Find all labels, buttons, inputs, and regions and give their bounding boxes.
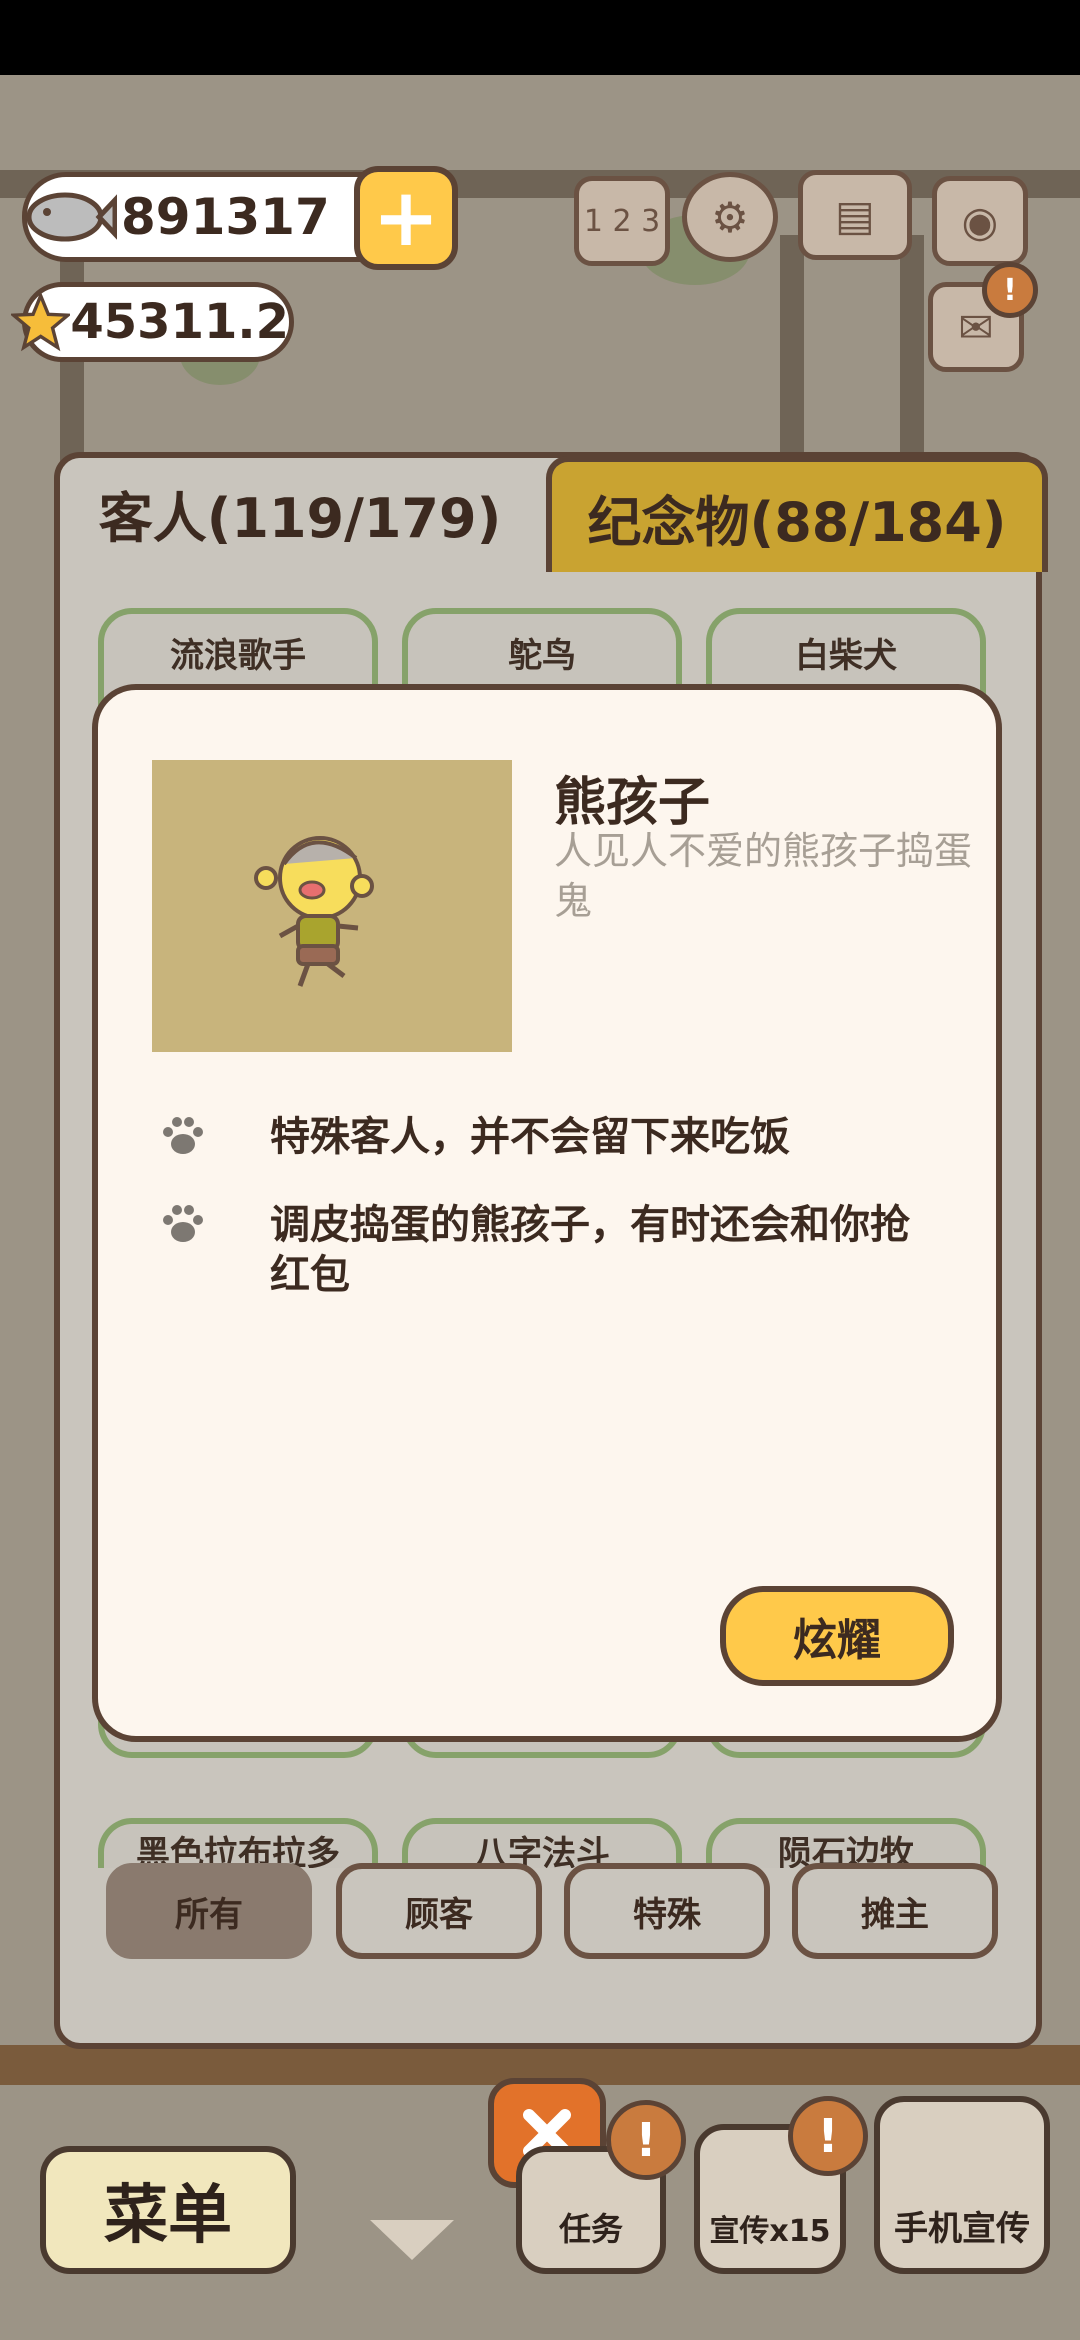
book-icon: ▤: [835, 190, 875, 240]
filter-special-label: 特殊: [633, 1894, 701, 1935]
naughty-kid-illustration: [254, 836, 374, 987]
gear-icon: ⚙: [711, 192, 749, 242]
menu-button[interactable]: 菜单: [40, 2146, 296, 2274]
guidebook-button[interactable]: ▤: [798, 170, 912, 260]
guest-card-label: 流浪歌手: [170, 636, 306, 676]
tab-souvenirs-label: 纪念物(88/184): [587, 490, 1007, 554]
filter-customers-label: 顾客: [405, 1894, 473, 1935]
paw-icon: [163, 1117, 203, 1154]
guest-card-label: 黑色拉布拉多: [136, 1834, 340, 1868]
guest-card[interactable]: 八字法斗: [402, 1818, 682, 1868]
tab-guests[interactable]: 客人(119/179): [60, 458, 540, 568]
camera-icon: ◉: [961, 196, 999, 246]
filter-vendors-label: 摊主: [861, 1894, 929, 1935]
guest-description: 人见人不爱的熊孩子捣蛋鬼: [554, 829, 973, 923]
phone-promote-button[interactable]: 手机宣传: [874, 2096, 1050, 2274]
chevron-down-icon[interactable]: [370, 2220, 454, 2260]
tab-souvenirs[interactable]: 纪念物(88/184): [546, 456, 1048, 572]
filter-special[interactable]: 特殊: [564, 1863, 770, 1959]
tasks-alert-icon: !: [606, 2100, 686, 2180]
guest-card-label: 陨石边牧: [778, 1834, 914, 1868]
promote-label: 宣传x15: [709, 2214, 831, 2249]
letter-icon: ✉: [958, 302, 994, 352]
tasks-label: 任务: [558, 2210, 623, 2248]
phone-promote-label: 手机宣传: [894, 2209, 1030, 2249]
filter-all[interactable]: 所有: [106, 1863, 312, 1959]
guest-card[interactable]: 陨石边牧: [706, 1818, 986, 1868]
ranking-icon: 1 2 3: [583, 203, 661, 239]
guest-detail-dialog: 熊孩子 人见人不爱的熊孩子捣蛋鬼 特殊客人，并不会留下来吃饭 调皮捣蛋的熊孩子，…: [92, 684, 1002, 1742]
ranking-button[interactable]: 1 2 3: [574, 176, 670, 266]
filter-all-label: 所有: [175, 1894, 243, 1935]
guest-card-label: 鸵鸟: [508, 636, 576, 676]
add-currency-button[interactable]: +: [354, 166, 458, 270]
star-icon: [11, 291, 71, 352]
guest-trait-text: 特殊客人，并不会留下来吃饭: [270, 1114, 790, 1160]
fish-icon: [26, 192, 117, 242]
camera-button[interactable]: ◉: [932, 176, 1028, 266]
show-off-button[interactable]: 炫耀: [720, 1586, 954, 1686]
guest-portrait: [152, 760, 512, 1052]
star-currency: 45311.2: [11, 282, 294, 362]
filter-customers[interactable]: 顾客: [336, 1863, 542, 1959]
fish-amount: 891317: [121, 188, 330, 246]
letter-alert-icon: !: [982, 262, 1038, 318]
tab-guests-label: 客人(119/179): [98, 486, 502, 550]
guest-card-label: 八字法斗: [474, 1834, 610, 1868]
plus-icon: +: [372, 171, 440, 264]
star-amount: 45311.2: [70, 294, 289, 350]
guest-card[interactable]: 黑色拉布拉多: [98, 1818, 378, 1868]
show-off-label: 炫耀: [793, 1615, 881, 1666]
promote-alert-icon: !: [788, 2096, 868, 2176]
guest-name: 熊孩子: [554, 773, 711, 833]
guest-trait-text: 调皮捣蛋的熊孩子，有时还会和你抢红包: [270, 1202, 910, 1298]
guest-card-label: 白柴犬: [795, 636, 897, 676]
settings-button[interactable]: ⚙: [682, 172, 778, 262]
filter-bar: 所有 顾客 特殊 摊主: [60, 1863, 1036, 1993]
filter-vendors[interactable]: 摊主: [792, 1863, 998, 1959]
paw-icon: [163, 1205, 203, 1242]
menu-label: 菜单: [104, 2179, 232, 2253]
